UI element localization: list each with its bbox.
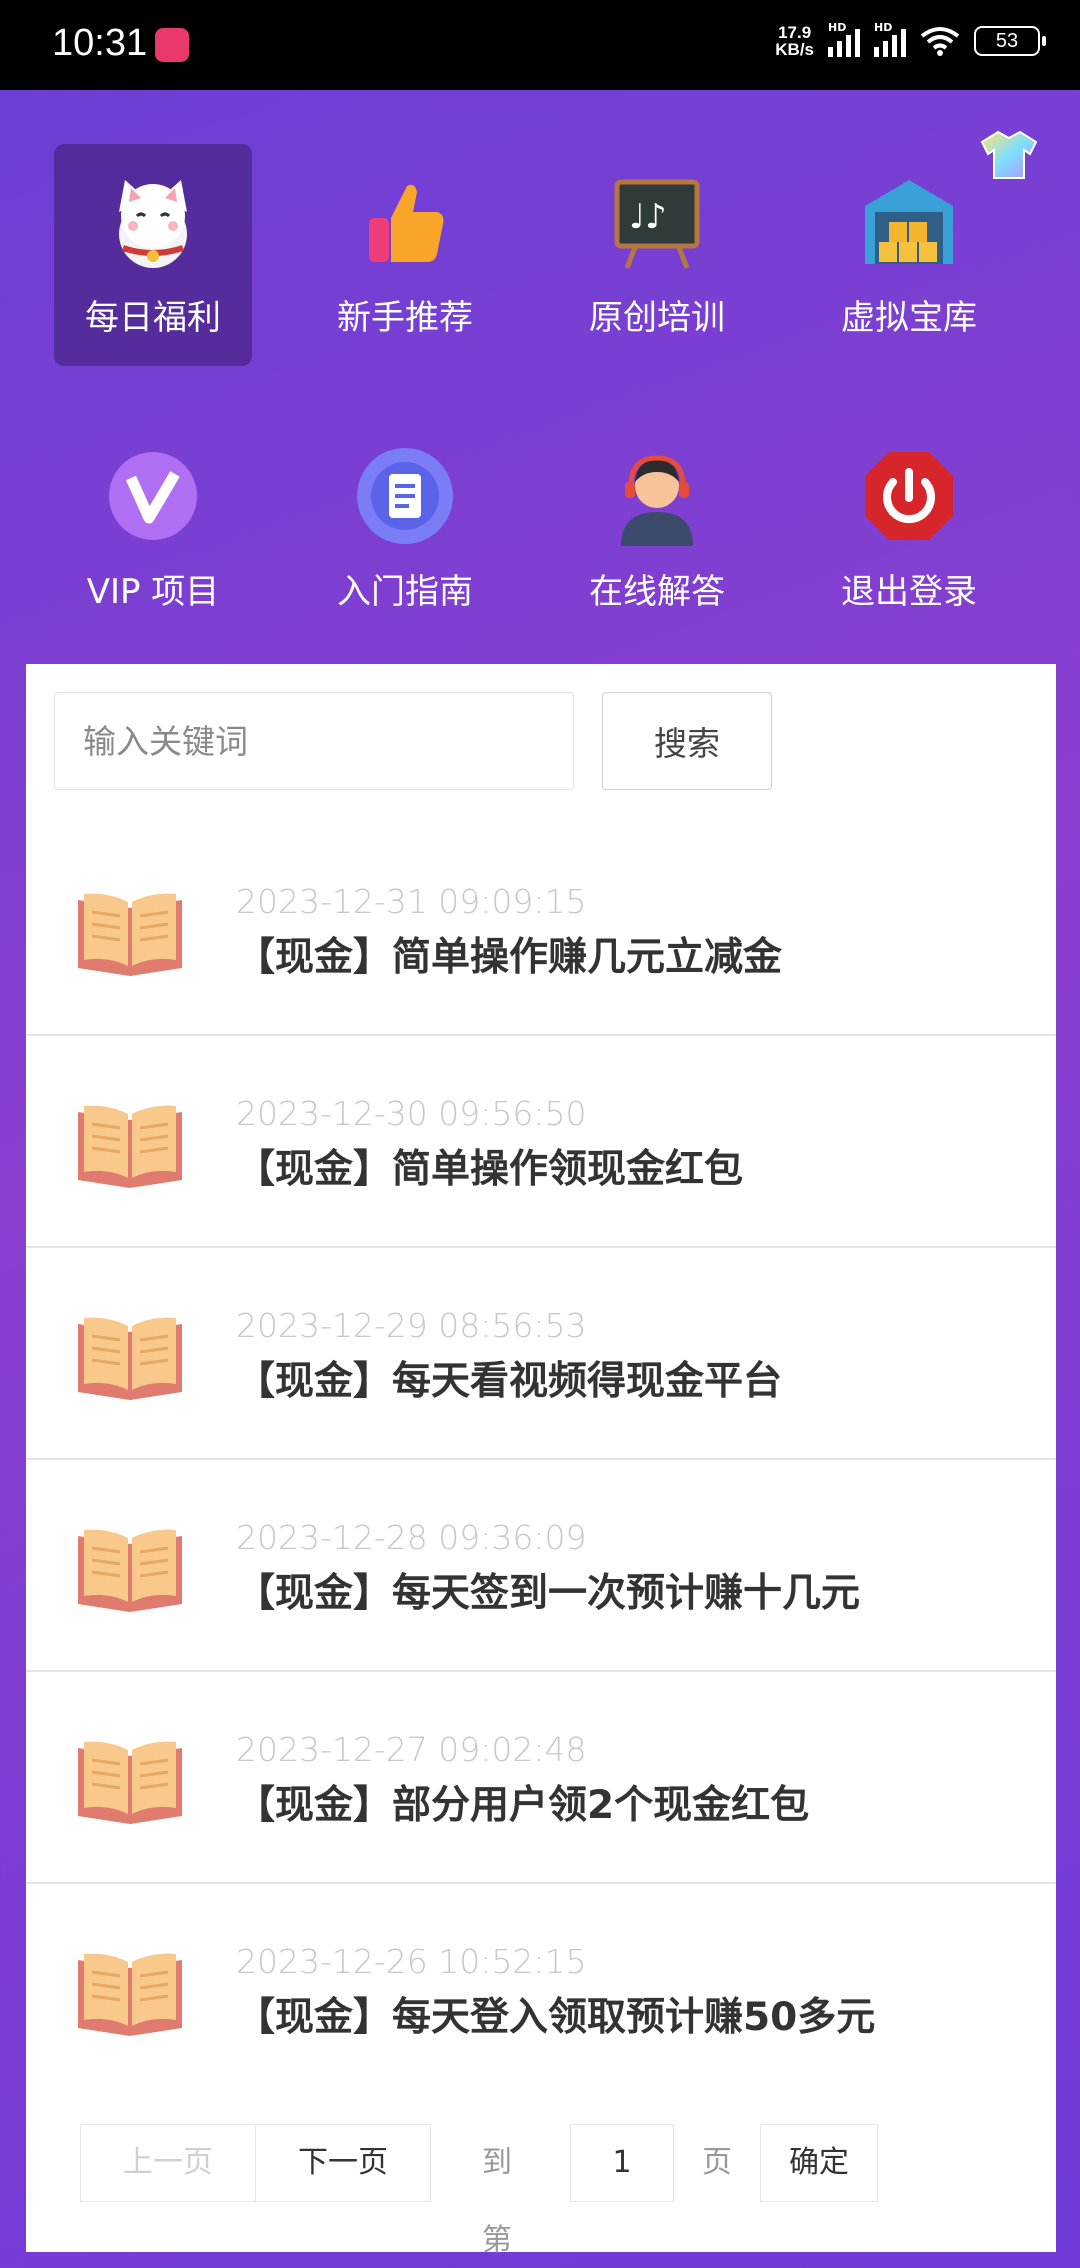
menu-label: VIP 项目 — [86, 572, 220, 612]
network-speed: 17.9 KB/s — [775, 24, 814, 58]
article-title[interactable]: 【现金】每天登入领取预计赚50多元 — [236, 1986, 875, 2042]
book-icon — [76, 1314, 184, 1400]
list-item[interactable]: 2023-12-26 10:52:15 【现金】每天登入领取预计赚50多元 — [26, 1884, 1056, 2096]
network-speed-value: 17.9 — [778, 23, 812, 42]
article-title[interactable]: 【现金】每天签到一次预计赚十几元 — [236, 1562, 860, 1618]
next-page-button[interactable]: 下一页 — [255, 2124, 431, 2202]
book-icon — [76, 1950, 184, 2036]
menu-label: 新手推荐 — [337, 298, 473, 338]
list-item[interactable]: 2023-12-27 09:02:48 【现金】部分用户领2个现金红包 — [26, 1672, 1056, 1884]
menu-item-original-training[interactable]: ♩♪ 原创培训 — [558, 144, 756, 366]
confirm-page-button[interactable]: 确定 — [760, 2124, 878, 2202]
goto-prefix-label: 到第 — [482, 2145, 512, 2258]
article-date: 2023-12-28 09:36:09 — [236, 1518, 587, 1557]
page-number-input[interactable]: 1 — [570, 2124, 674, 2202]
book-icon — [76, 1738, 184, 1824]
menu-label: 在线解答 — [589, 572, 725, 612]
content-panel: 搜索 2023-12-31 09:09:15 【现金】简单操作赚几元立减金 20… — [26, 664, 1056, 2258]
goto-suffix-label: 页 — [702, 2145, 732, 2180]
menu-item-daily-welfare[interactable]: 每日福利 — [54, 144, 252, 366]
article-date: 2023-12-30 09:56:50 — [236, 1094, 587, 1133]
article-date: 2023-12-27 09:02:48 — [236, 1730, 587, 1769]
book-icon — [76, 1102, 184, 1188]
list-item[interactable]: 2023-12-29 08:56:53 【现金】每天看视频得现金平台 — [26, 1248, 1056, 1460]
warehouse-icon — [859, 172, 959, 272]
article-title[interactable]: 【现金】简单操作赚几元立减金 — [236, 926, 782, 982]
list-item[interactable]: 2023-12-28 09:36:09 【现金】每天签到一次预计赚十几元 — [26, 1460, 1056, 1672]
signal-1-label: HD — [828, 21, 847, 34]
thumbs-up-icon — [355, 172, 455, 272]
vip-icon — [103, 446, 203, 546]
book-icon — [76, 890, 184, 976]
signal-2-icon: HD — [874, 21, 906, 57]
customer-service-icon — [607, 446, 707, 546]
search-input[interactable] — [54, 692, 574, 790]
article-date: 2023-12-26 10:52:15 — [236, 1942, 587, 1981]
wifi-icon — [920, 26, 960, 56]
status-bar: 10:31 17.9 KB/s HD HD 53 — [0, 0, 1080, 90]
article-date: 2023-12-29 08:56:53 — [236, 1306, 587, 1345]
menu-item-newbie-recommend[interactable]: 新手推荐 — [306, 144, 504, 366]
battery-icon: 53 — [974, 26, 1046, 56]
network-speed-unit: KB/s — [775, 40, 814, 59]
menu-label: 原创培训 — [589, 298, 725, 338]
signal-2-label: HD — [874, 21, 893, 34]
article-title[interactable]: 【现金】简单操作领现金红包 — [236, 1138, 743, 1194]
prev-page-button[interactable]: 上一页 — [80, 2124, 256, 2202]
list-item[interactable]: 2023-12-31 09:09:15 【现金】简单操作赚几元立减金 — [26, 824, 1056, 1036]
menu-label: 入门指南 — [337, 572, 473, 612]
book-icon — [76, 1526, 184, 1612]
menu-label: 每日福利 — [85, 298, 221, 338]
status-indicators: 17.9 KB/s HD HD 53 — [775, 21, 1046, 58]
menu-item-getting-started[interactable]: 入门指南 — [306, 418, 504, 640]
music-blackboard-icon: ♩♪ — [607, 172, 707, 272]
lucky-cat-icon — [103, 172, 203, 272]
status-time: 10:31 — [52, 22, 148, 64]
menu-label: 退出登录 — [841, 572, 977, 612]
app-notification-icon — [155, 28, 189, 62]
svg-text:♩♪: ♩♪ — [629, 197, 667, 237]
menu-item-logout[interactable]: 退出登录 — [810, 418, 1008, 640]
menu-item-online-help[interactable]: 在线解答 — [558, 418, 756, 640]
list-item[interactable]: 2023-12-30 09:56:50 【现金】简单操作领现金红包 — [26, 1036, 1056, 1248]
menu-item-virtual-treasury[interactable]: 虚拟宝库 — [810, 144, 1008, 366]
document-icon — [355, 446, 455, 546]
search-button[interactable]: 搜索 — [602, 692, 772, 790]
article-date: 2023-12-31 09:09:15 — [236, 882, 587, 921]
power-icon — [859, 446, 959, 546]
menu-item-vip-project[interactable]: VIP 项目 — [54, 418, 252, 640]
article-title[interactable]: 【现金】部分用户领2个现金红包 — [236, 1774, 809, 1830]
article-title[interactable]: 【现金】每天看视频得现金平台 — [236, 1350, 782, 1406]
signal-1-icon: HD — [828, 21, 860, 57]
menu-label: 虚拟宝库 — [841, 298, 977, 338]
